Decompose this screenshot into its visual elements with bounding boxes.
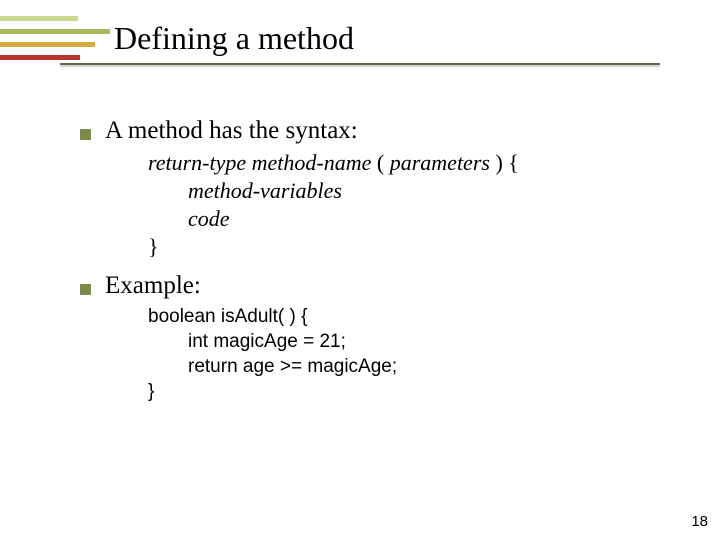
code-line: int magicAge = 21; — [188, 329, 720, 354]
bullet-item-2: Example: — [80, 272, 720, 300]
stripe — [0, 16, 78, 21]
bullet-item-1: A method has the syntax: — [80, 117, 720, 145]
content-area: A method has the syntax: return-type met… — [80, 117, 720, 404]
title-bar: Defining a method — [0, 0, 720, 65]
page-number: 18 — [691, 513, 708, 530]
bullet-text: A method has the syntax: — [105, 117, 358, 145]
syntax-line: code — [188, 205, 720, 233]
bullet-text: Example: — [105, 272, 201, 300]
code-line: } — [148, 379, 720, 404]
syntax-line: } — [148, 233, 720, 261]
stripe — [0, 42, 95, 47]
syntax-token: ) { — [490, 150, 519, 175]
bullet-icon — [80, 284, 91, 295]
stripe — [0, 29, 110, 34]
slide-title: Defining a method — [114, 16, 720, 57]
syntax-token: ( — [371, 150, 389, 175]
title-underline — [60, 63, 660, 65]
syntax-line: method-variables — [188, 177, 720, 205]
syntax-token: return-type method-name — [148, 150, 371, 175]
example-block: boolean isAdult( ) { int magicAge = 21; … — [148, 304, 720, 404]
syntax-token: parameters — [390, 150, 490, 175]
stripe — [0, 55, 80, 60]
syntax-line: return-type method-name ( parameters ) { — [148, 149, 720, 177]
code-line: return age >= magicAge; — [188, 354, 720, 379]
decorative-stripes — [0, 16, 110, 60]
code-line: boolean isAdult( ) { — [148, 304, 720, 329]
syntax-block: return-type method-name ( parameters ) {… — [148, 149, 720, 262]
bullet-icon — [80, 129, 91, 140]
